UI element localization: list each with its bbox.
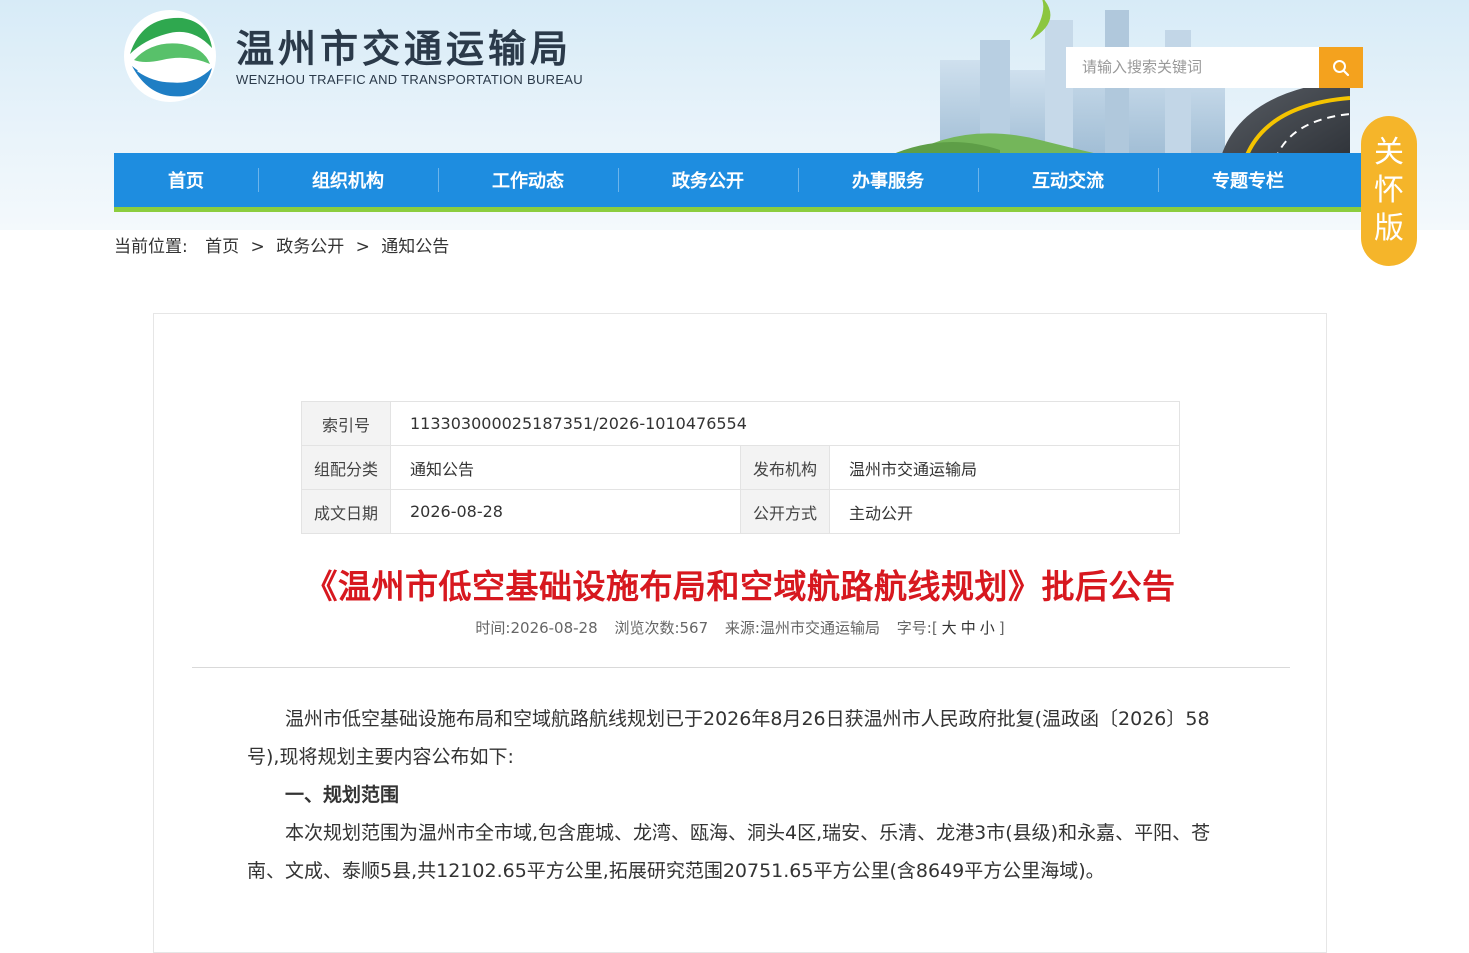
main-nav: 首页 组织机构 工作动态 政务公开 办事服务 互动交流 专题专栏 [114,153,1362,212]
bureau-logo [124,10,216,102]
nav-item-special-topics[interactable]: 专题专栏 [1158,153,1338,207]
breadcrumb: 当前位置: 首页 > 政务公开 > 通知公告 [114,232,449,257]
meta-label-publisher: 发布机构 [740,445,830,490]
font-size-control: 字号:[大中小] [897,619,1005,637]
nav-item-organization[interactable]: 组织机构 [258,153,438,207]
article-views: 浏览次数:567 [614,619,709,637]
font-size-bracket-open: [ [931,619,938,637]
search-icon [1333,59,1350,76]
meta-value-date: 2026-08-28 [390,489,741,534]
meta-value-index: 113303000025187351/2026-1010476554 [390,401,1180,446]
article-section-heading: 一、规划范围 [285,784,400,806]
meta-row-date: 成文日期 2026-08-28 公开方式 主动公开 [301,489,1180,534]
font-size-small-button[interactable]: 小 [980,619,995,637]
nav-item-government-affairs[interactable]: 政务公开 [618,153,798,207]
meta-value-disclosure: 主动公开 [829,489,1180,534]
meta-label-date: 成文日期 [301,489,391,534]
meta-row-category: 组配分类 通知公告 发布机构 温州市交通运输局 [301,445,1180,490]
nav-item-interaction[interactable]: 互动交流 [978,153,1158,207]
breadcrumb-home[interactable]: 首页 [205,237,239,257]
article-source: 来源:温州市交通运输局 [724,619,880,637]
article-time: 时间:2026-08-28 [475,619,598,637]
breadcrumb-separator: > [250,237,265,257]
document-meta-table: 索引号 113303000025187351/2026-1010476554 组… [301,401,1180,534]
care-badge-char: 关 [1374,135,1404,170]
care-badge-char: 怀 [1374,173,1404,208]
search-input[interactable] [1066,47,1319,88]
font-size-bracket-close: ] [998,619,1005,637]
search-button[interactable] [1319,47,1363,88]
nav-item-work-news[interactable]: 工作动态 [438,153,618,207]
article-paragraph: 本次规划范围为温州市全市域,包含鹿城、龙湾、瓯海、洞头4区,瑞安、乐清、龙港3市… [247,822,1211,882]
care-version-button[interactable]: 关 怀 版 [1361,116,1417,266]
meta-label-category: 组配分类 [301,445,391,490]
meta-label-disclosure: 公开方式 [740,489,830,534]
article-paragraph: 温州市低空基础设施布局和空域航路航线规划已于2026年8月26日获温州市人民政府… [247,708,1210,768]
nav-item-services[interactable]: 办事服务 [798,153,978,207]
meta-value-publisher: 温州市交通运输局 [829,445,1180,490]
meta-value-category: 通知公告 [390,445,741,490]
font-size-medium-button[interactable]: 中 [961,619,976,637]
article-body: 温州市低空基础设施布局和空域航路航线规划已于2026年8月26日获温州市人民政府… [247,700,1232,890]
article-info-bar: 时间:2026-08-28 浏览次数:567 来源:温州市交通运输局 字号:[大… [153,617,1327,638]
nav-item-home[interactable]: 首页 [114,153,258,207]
title-divider [192,667,1290,668]
meta-row-index: 索引号 113303000025187351/2026-1010476554 [301,401,1180,446]
breadcrumb-government-affairs[interactable]: 政务公开 [276,237,344,257]
breadcrumb-separator: > [355,237,370,257]
article-title: 《温州市低空基础设施布局和空域航路航线规划》批后公告 [304,567,1176,606]
site-subtitle: WENZHOU TRAFFIC AND TRANSPORTATION BUREA… [236,72,583,87]
font-size-label: 字号: [896,619,932,637]
site-title: 温州市交通运输局 [236,26,573,71]
care-badge-char: 版 [1374,211,1404,246]
breadcrumb-prefix: 当前位置: [114,237,188,257]
font-size-large-button[interactable]: 大 [942,619,957,637]
meta-label-index: 索引号 [301,401,391,446]
breadcrumb-notices[interactable]: 通知公告 [381,237,449,257]
